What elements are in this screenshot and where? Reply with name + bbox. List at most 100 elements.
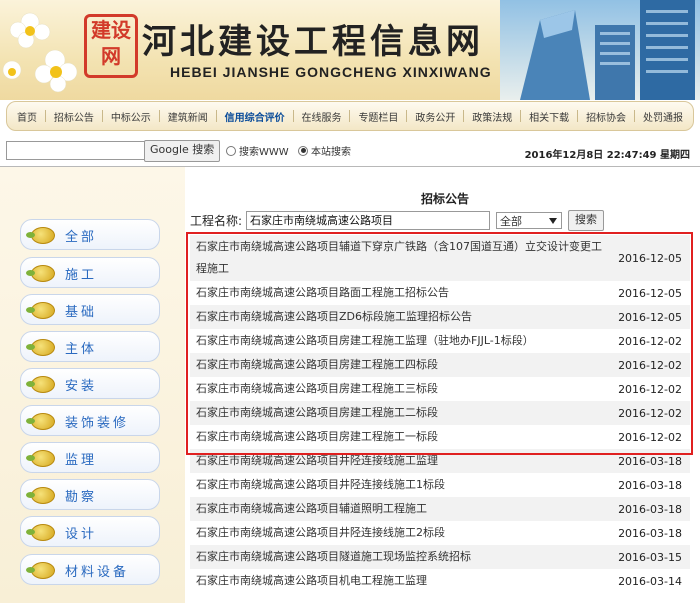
leaf-icon <box>26 487 55 504</box>
announcement-title-link[interactable]: 石家庄市南绕城高速公路项目辅道照明工程施工 <box>196 498 606 520</box>
leaf-icon <box>26 376 55 393</box>
announcement-row: 石家庄市南绕城高速公路项目隧道施工现场监控系统招标 2016-03-15 <box>190 545 690 569</box>
sidebar-category-item[interactable]: 设计 <box>20 516 160 547</box>
nav-separator <box>406 110 408 122</box>
sidebar-category-item[interactable]: 监理 <box>20 442 160 473</box>
sidebar-category-item[interactable]: 安装 <box>20 368 160 399</box>
announcement-date: 2016-03-18 <box>618 454 682 468</box>
site-search-bar: Google 搜索 搜索WWW 本站搜索 2016年12月8日 22:47:49… <box>0 139 700 163</box>
radio-site-indicator[interactable] <box>298 145 308 156</box>
nav-separator <box>463 110 465 122</box>
announcement-title-link[interactable]: 石家庄市南绕城高速公路项目房建工程施工监理（驻地办FJJL-1标段） <box>196 330 606 352</box>
sidebar-category-label: 主体 <box>65 342 98 357</box>
announcement-date: 2016-03-15 <box>618 550 682 564</box>
daisy-flowers-decoration <box>2 12 78 93</box>
nav-link[interactable]: 首页 <box>17 109 37 124</box>
sidebar-category-item[interactable]: 施工 <box>20 257 160 288</box>
nav-separator <box>292 110 294 122</box>
announcement-title-link[interactable]: 石家庄市南绕城高速公路项目井陉连接线施工2标段 <box>196 522 606 544</box>
announcement-title-link[interactable]: 石家庄市南绕城高速公路项目房建工程施工二标段 <box>196 402 606 424</box>
sidebar-category-item[interactable]: 全部 <box>20 219 160 250</box>
nav-link[interactable]: 建筑新闻 <box>168 109 208 124</box>
announcement-date: 2016-12-05 <box>618 286 682 300</box>
announcement-title-link[interactable]: 石家庄市南绕城高速公路项目ZD6标段施工监理招标公告 <box>196 306 606 328</box>
project-name-input[interactable]: 石家庄市南绕城高速公路项目 <box>246 210 491 230</box>
announcement-title-link[interactable]: 石家庄市南绕城高速公路项目房建工程施工三标段 <box>196 378 606 400</box>
nav-link[interactable]: 政务公开 <box>415 109 455 124</box>
sidebar-category-label: 材料设备 <box>65 565 130 580</box>
current-datetime: 2016年12月8日 22:47:49 星期四 <box>524 150 690 161</box>
chevron-down-icon <box>549 217 558 224</box>
announcement-row: 石家庄市南绕城高速公路项目房建工程施工二标段 2016-12-02 <box>190 401 690 425</box>
sidebar-category-label: 勘察 <box>65 490 98 505</box>
nav-separator <box>158 110 160 122</box>
announcement-title-link[interactable]: 石家庄市南绕城高速公路项目路面工程施工招标公告 <box>196 282 606 304</box>
category-sidebar: 全部施工基础主体安装装饰装修监理勘察设计材料设备 <box>0 167 185 603</box>
leaf-icon <box>26 562 55 579</box>
announcement-date: 2016-12-05 <box>618 310 682 324</box>
site-banner: 建设网 河北建设工程信息网 HEBEI JIANSHE GONGCHENG XI… <box>0 0 700 100</box>
nav-link[interactable]: 信用综合评价 <box>225 109 285 124</box>
nav-link[interactable]: 招标协会 <box>586 109 626 124</box>
sidebar-category-label: 全部 <box>65 230 98 245</box>
google-search-button[interactable]: Google 搜索 <box>144 140 221 162</box>
sidebar-category-label: 基础 <box>65 305 98 320</box>
sidebar-category-label: 装饰装修 <box>65 416 130 431</box>
announcement-title-link[interactable]: 石家庄市南绕城高速公路项目房建工程施工一标段 <box>196 426 606 448</box>
leaf-icon <box>26 302 55 319</box>
sidebar-category-item[interactable]: 材料设备 <box>20 554 160 585</box>
nav-link[interactable]: 专题栏目 <box>358 109 398 124</box>
sidebar-category-item[interactable]: 勘察 <box>20 479 160 510</box>
nav-link[interactable]: 政策法规 <box>472 109 512 124</box>
category-select[interactable]: 全部 <box>496 211 563 229</box>
announcement-row: 石家庄市南绕城高速公路项目房建工程施工三标段 2016-12-02 <box>190 377 690 401</box>
announcement-row: 石家庄市南绕城高速公路项目井陉连接线施工监理 2016-03-18 <box>190 449 690 473</box>
nav-separator <box>349 110 351 122</box>
announcement-title-link[interactable]: 石家庄市南绕城高速公路项目房建工程施工四标段 <box>196 354 606 376</box>
announcement-title-link[interactable]: 石家庄市南绕城高速公路项目辅道下穿京广铁路（含107国道互通）立交设计变更工程施… <box>196 236 606 280</box>
sidebar-category-item[interactable]: 装饰装修 <box>20 405 160 436</box>
radio-www-indicator[interactable] <box>226 145 236 156</box>
sidebar-category-item[interactable]: 主体 <box>20 331 160 362</box>
announcement-date: 2016-03-18 <box>618 526 682 540</box>
project-name-label: 工程名称: <box>190 213 243 228</box>
nav-link[interactable]: 在线服务 <box>302 109 342 124</box>
nav-link[interactable]: 招标公告 <box>54 109 94 124</box>
nav-separator <box>101 110 103 122</box>
announcement-date: 2016-03-14 <box>618 574 682 588</box>
category-select-value: 全部 <box>500 214 523 228</box>
announcement-title-link[interactable]: 石家庄市南绕城高速公路项目井陉连接线施工1标段 <box>196 474 606 496</box>
sidebar-category-label: 监理 <box>65 453 98 468</box>
announcement-title-link[interactable]: 石家庄市南绕城高速公路项目隧道施工现场监控系统招标 <box>196 546 606 568</box>
announcement-date: 2016-12-05 <box>618 251 682 265</box>
nav-link[interactable]: 处罚通报 <box>643 109 683 124</box>
announcement-date: 2016-12-02 <box>618 358 682 372</box>
site-title-chinese: 河北建设工程信息网 <box>142 22 484 62</box>
radio-site-label: 本站搜索 <box>311 147 351 158</box>
announcement-date: 2016-03-18 <box>618 478 682 492</box>
announcement-row: 石家庄市南绕城高速公路项目辅道照明工程施工 2016-03-18 <box>190 497 690 521</box>
announcement-date: 2016-12-02 <box>618 406 682 420</box>
radio-search-www[interactable]: 搜索WWW <box>226 143 289 158</box>
announcement-row: 石家庄市南绕城高速公路项目井陉连接线施工2标段 2016-03-18 <box>190 521 690 545</box>
leaf-icon <box>26 265 55 282</box>
announcement-title-link[interactable]: 石家庄市南绕城高速公路项目机电工程施工监理 <box>196 570 606 592</box>
announcement-list: 石家庄市南绕城高速公路项目辅道下穿京广铁路（含107国道互通）立交设计变更工程施… <box>190 235 690 593</box>
announcement-row: 石家庄市南绕城高速公路项目ZD6标段施工监理招标公告 2016-12-05 <box>190 305 690 329</box>
leaf-icon <box>26 339 55 356</box>
announcement-title-link[interactable]: 石家庄市南绕城高速公路项目井陉连接线施工监理 <box>196 450 606 472</box>
site-search-input[interactable] <box>6 141 146 160</box>
nav-separator <box>44 110 46 122</box>
announcement-row: 石家庄市南绕城高速公路项目房建工程施工四标段 2016-12-02 <box>190 353 690 377</box>
sidebar-category-item[interactable]: 基础 <box>20 294 160 325</box>
filter-search-button[interactable]: 搜索 <box>568 209 605 231</box>
announcement-row: 石家庄市南绕城高速公路项目辅道下穿京广铁路（含107国道互通）立交设计变更工程施… <box>190 235 690 281</box>
leaf-icon <box>26 450 55 467</box>
nav-link[interactable]: 相关下载 <box>529 109 569 124</box>
announcement-row: 石家庄市南绕城高速公路项目路面工程施工招标公告 2016-12-05 <box>190 281 690 305</box>
nav-link[interactable]: 中标公示 <box>111 109 151 124</box>
announcement-row: 石家庄市南绕城高速公路项目井陉连接线施工1标段 2016-03-18 <box>190 473 690 497</box>
leaf-icon <box>26 413 55 430</box>
radio-search-site[interactable]: 本站搜索 <box>298 143 351 158</box>
announcement-date: 2016-03-18 <box>618 502 682 516</box>
